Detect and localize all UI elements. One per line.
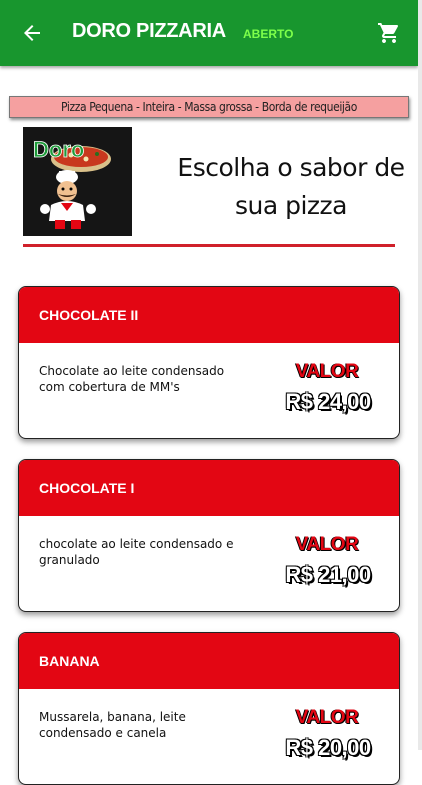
flavor-card-chocolate-ii[interactable]: CHOCOLATE II Chocolate ao leite condensa… [18,286,400,439]
price-label: VALOR [295,361,359,382]
product-description-banner: Pizza Pequena - Inteira - Massa grossa -… [9,96,409,118]
flavor-card-chocolate-i[interactable]: CHOCOLATE I chocolate ao leite condensad… [18,459,400,612]
flavor-description: Chocolate ao leite condensado com cobert… [39,364,225,394]
shopping-cart-icon[interactable] [377,21,401,45]
price-value: R$ 24,00 [285,389,371,414]
price-value: R$ 21,00 [285,562,371,587]
price-label: VALOR [295,534,359,555]
price-value: R$ 20,00 [285,735,371,760]
app-title: DORO PIZZARIA [72,20,226,42]
page-headline: Escolha o sabor de sua pizza [176,149,406,225]
section-divider [23,244,395,247]
headline-line-2: sua pizza [234,191,348,220]
flavor-description: Mussarela, banana, leite condensado e ca… [39,710,186,740]
pizzaria-logo: Doro [23,127,132,236]
price-label: VALOR [295,707,359,728]
app-bar: DORO PIZZARIA ABERTO [0,0,418,66]
flavor-name: CHOCOLATE I [19,460,399,516]
scroll-edge [418,0,422,750]
headline-line-1: Escolha o sabor de [177,153,405,182]
svg-text:Doro: Doro [33,137,84,162]
flavor-name: BANANA [19,633,399,689]
arrow-left-icon[interactable] [20,21,44,45]
flavor-name: CHOCOLATE II [19,287,399,343]
store-status-badge: ABERTO [243,27,294,41]
flavor-card-banana[interactable]: BANANA Mussarela, banana, leite condensa… [18,632,400,785]
flavor-description: chocolate ao leite condensado e granulad… [39,537,234,567]
